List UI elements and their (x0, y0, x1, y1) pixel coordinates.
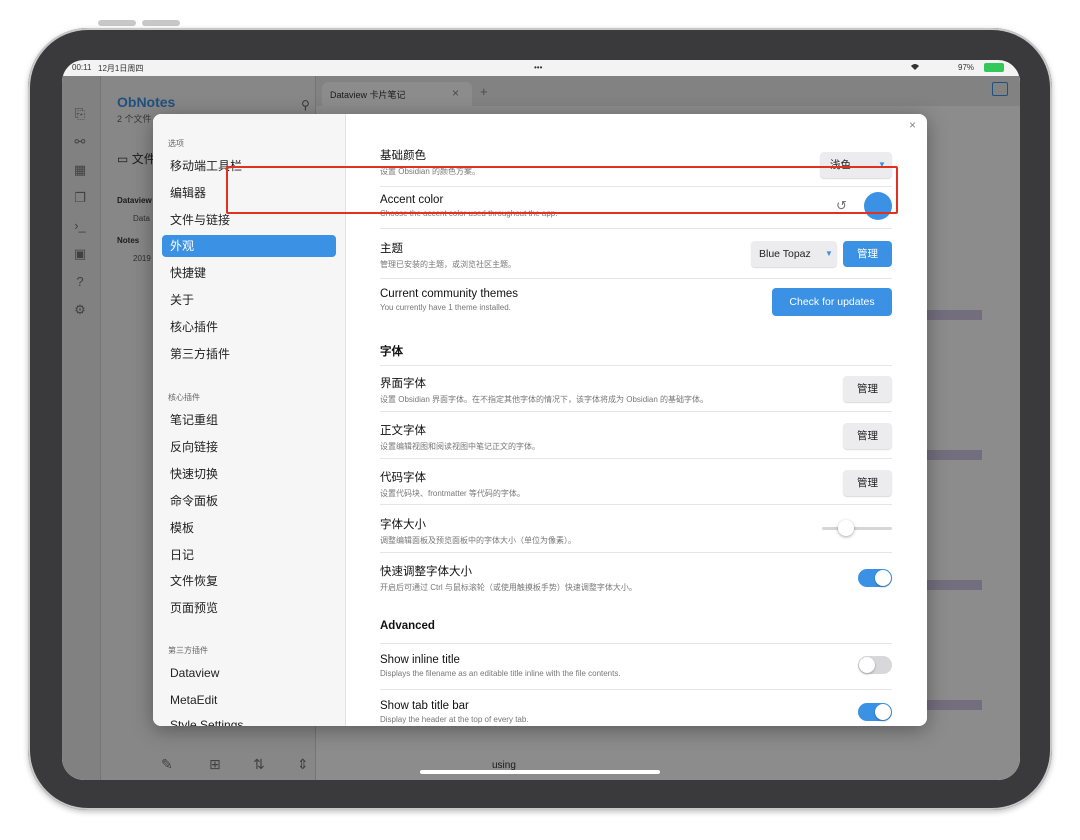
setting-title: 基础颜色 (380, 150, 426, 162)
sidebar-item-about[interactable]: 关于 (162, 289, 336, 311)
sidebar-item-file-recovery[interactable]: 文件恢复 (162, 570, 336, 592)
group-community-heading: 第三方插件 (168, 646, 208, 655)
quick-font-size-toggle[interactable] (858, 569, 892, 587)
sidebar-item-community-plugins[interactable]: 第三方插件 (162, 343, 336, 365)
volume-button-2 (142, 20, 180, 26)
sidebar-item-metaedit[interactable]: MetaEdit (162, 689, 336, 711)
divider (380, 278, 892, 279)
section-heading-advanced: Advanced (380, 620, 435, 632)
divider (380, 228, 892, 229)
inline-title-toggle[interactable] (858, 656, 892, 674)
sidebar-item-core-plugins[interactable]: 核心插件 (162, 316, 336, 338)
divider (380, 689, 892, 690)
status-bar: 00:11 12月1日周四 ••• 97% (62, 60, 1020, 76)
setting-title: 界面字体 (380, 378, 426, 390)
setting-desc: 设置 Obsidian 界面字体。在不指定其他字体的情况下，该字体将成为 Obs… (380, 395, 709, 404)
divider (380, 643, 892, 644)
theme-dropdown[interactable]: Blue Topaz ▼ (751, 241, 837, 267)
setting-title: Show tab title bar (380, 700, 469, 712)
divider (380, 365, 892, 366)
setting-desc: Display the header at the top of every t… (380, 715, 529, 724)
divider (380, 411, 892, 412)
group-options-heading: 选项 (168, 139, 184, 148)
status-time: 00:11 (72, 63, 92, 72)
toggle-knob (875, 570, 891, 586)
setting-title: 字体大小 (380, 519, 426, 531)
tab-title-bar-toggle[interactable] (858, 703, 892, 721)
setting-font-size: 字体大小 调整编辑面板及预览面板中的字体大小（单位为像素）。 (380, 516, 892, 546)
check-updates-button[interactable]: Check for updates (772, 288, 892, 316)
sidebar-item-page-preview[interactable]: 页面预览 (162, 597, 336, 619)
sidebar-item-dataview[interactable]: Dataview (162, 662, 336, 684)
sidebar-item-backlinks[interactable]: 反向链接 (162, 436, 336, 458)
setting-desc: 开启后可通过 Ctrl 与鼠标滚轮（或使用触摸板手势）快速调整字体大小。 (380, 583, 637, 592)
setting-code-font: 代码字体 设置代码块、frontmatter 等代码的字体。 (380, 469, 892, 499)
sidebar-item-command-palette[interactable]: 命令面板 (162, 490, 336, 512)
sidebar-item-appearance[interactable]: 外观 (162, 235, 336, 257)
manage-code-font-button[interactable]: 管理 (843, 470, 892, 496)
setting-ui-font: 界面字体 设置 Obsidian 界面字体。在不指定其他字体的情况下，该字体将成… (380, 375, 892, 405)
sidebar-item-style-settings[interactable]: Style Settings (162, 714, 336, 726)
font-size-slider[interactable] (822, 520, 892, 536)
theme-highlight-box (226, 166, 898, 214)
sidebar-item-note-composer[interactable]: 笔记重组 (162, 409, 336, 431)
divider (380, 504, 892, 505)
setting-desc: 设置代码块、frontmatter 等代码的字体。 (380, 489, 525, 498)
setting-tab-title-bar: Show tab title bar Display the header at… (380, 700, 892, 724)
group-core-heading: 核心插件 (168, 393, 200, 402)
sidebar-item-daily-notes[interactable]: 日记 (162, 544, 336, 566)
wifi-icon (910, 63, 920, 73)
manage-text-font-button[interactable]: 管理 (843, 423, 892, 449)
status-date: 12月1日周四 (98, 64, 144, 73)
setting-title: 快速调整字体大小 (380, 566, 472, 578)
manage-themes-button[interactable]: 管理 (843, 241, 892, 267)
section-heading-font: 字体 (380, 346, 403, 358)
home-indicator[interactable] (420, 770, 660, 774)
dropdown-value: Blue Topaz (759, 248, 811, 260)
setting-title: Show inline title (380, 654, 460, 666)
setting-text-font: 正文字体 设置编辑视图和阅读视图中笔记正文的字体。 (380, 422, 892, 452)
setting-title: 代码字体 (380, 472, 426, 484)
setting-desc: 设置编辑视图和阅读视图中笔记正文的字体。 (380, 442, 540, 451)
setting-desc: 调整编辑面板及预览面板中的字体大小（单位为像素）。 (380, 536, 576, 545)
setting-quick-font-size: 快速调整字体大小 开启后可通过 Ctrl 与鼠标滚轮（或使用触摸板手势）快速调整… (380, 563, 892, 593)
setting-inline-title: Show inline title Displays the filename … (380, 654, 892, 678)
toggle-knob (859, 657, 875, 673)
sidebar-item-hotkeys[interactable]: 快捷键 (162, 262, 336, 284)
status-battery-text: 97% (958, 63, 975, 72)
volume-button-1 (98, 20, 136, 26)
manage-ui-font-button[interactable]: 管理 (843, 376, 892, 402)
setting-title: 正文字体 (380, 425, 426, 437)
divider (380, 458, 892, 459)
sidebar-item-templates[interactable]: 模板 (162, 517, 336, 539)
divider (380, 552, 892, 553)
close-icon[interactable]: × (909, 118, 916, 132)
battery-icon (984, 63, 1004, 72)
setting-desc: Displays the filename as an editable tit… (380, 669, 621, 678)
sidebar-item-quick-switcher[interactable]: 快速切换 (162, 463, 336, 485)
status-dots: ••• (534, 63, 543, 72)
toggle-knob (875, 704, 891, 720)
chevron-down-icon: ▼ (825, 249, 833, 258)
